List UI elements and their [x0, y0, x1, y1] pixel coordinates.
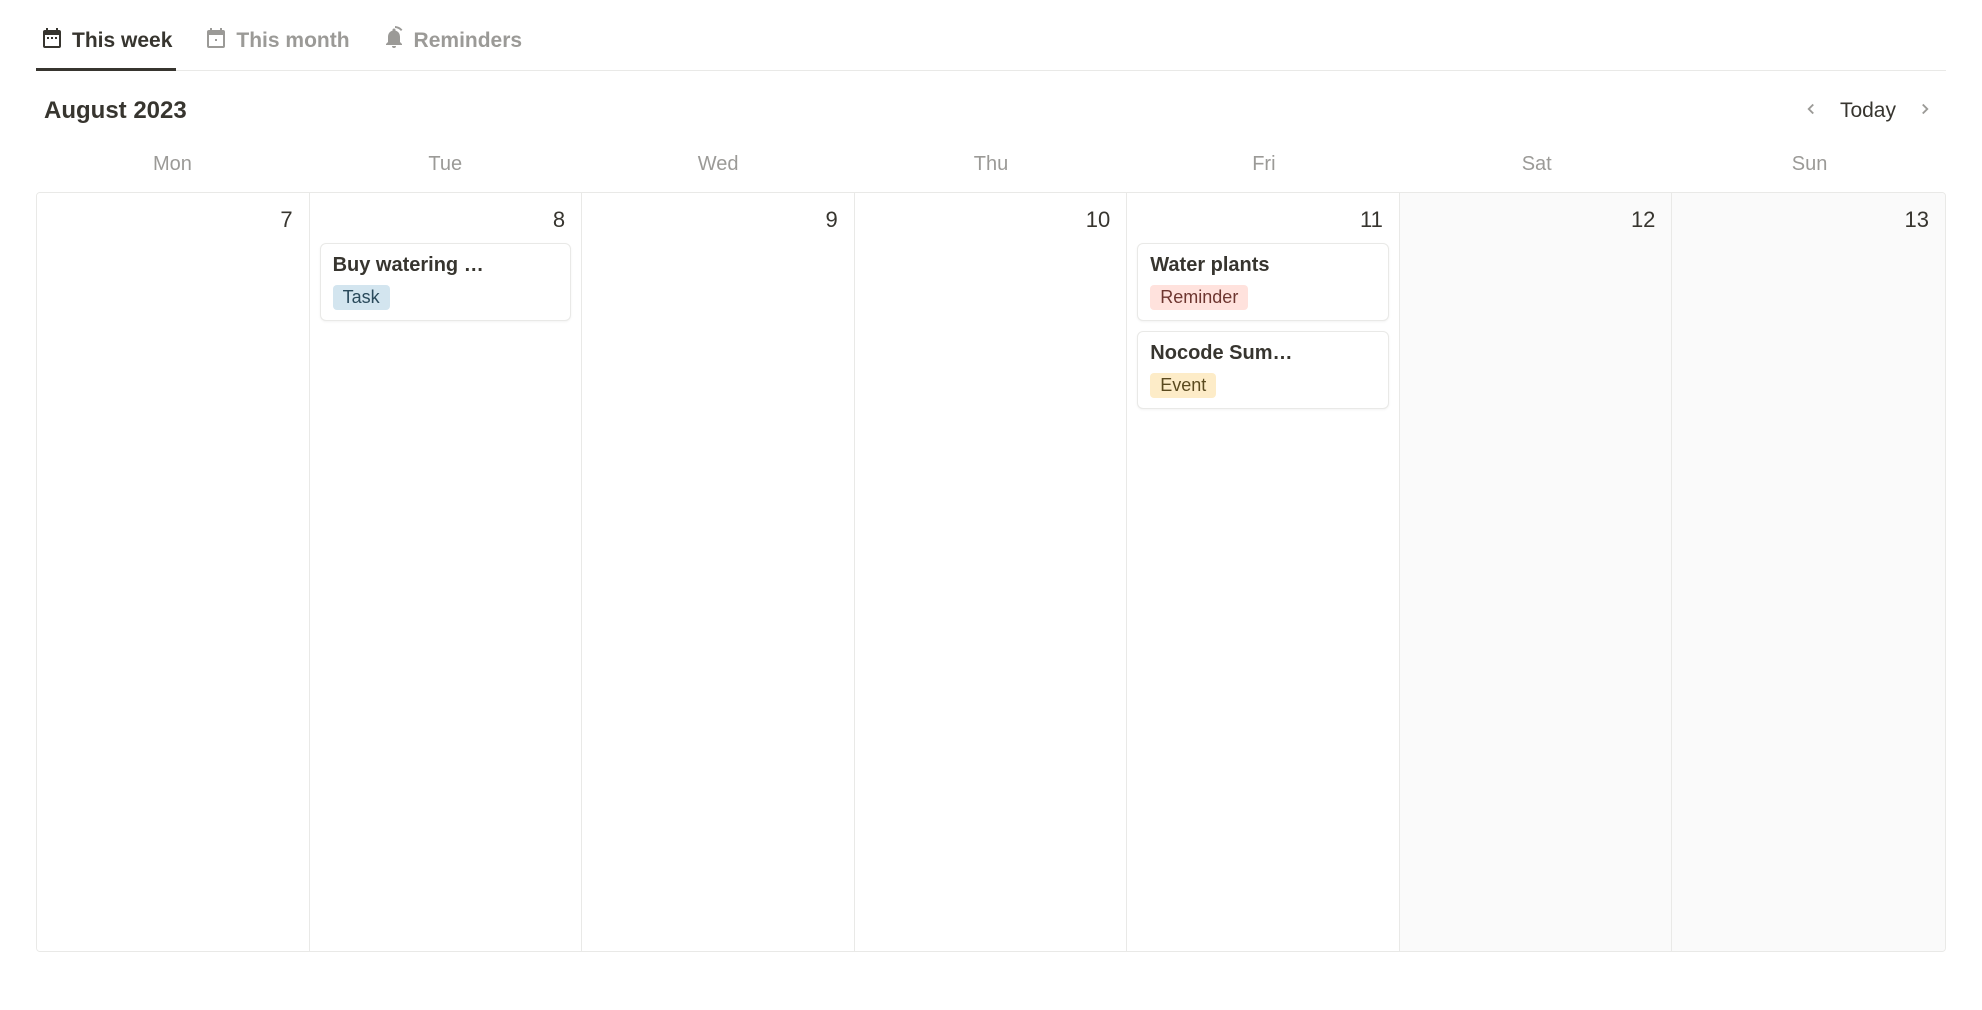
- day-header: Sun: [1673, 145, 1946, 192]
- month-title: August 2023: [44, 97, 187, 125]
- day-cell[interactable]: 9: [582, 193, 855, 951]
- calendar-week-icon: [40, 26, 64, 56]
- day-number: 12: [1410, 203, 1662, 233]
- event-tag: Reminder: [1150, 285, 1248, 310]
- event-tag: Task: [333, 285, 390, 310]
- day-header: Fri: [1127, 145, 1400, 192]
- event-title: Buy watering …: [333, 254, 559, 277]
- day-number: 13: [1682, 203, 1935, 233]
- calendar-toolbar: August 2023 Today: [36, 97, 1946, 125]
- event-card[interactable]: Buy watering … Task: [320, 243, 572, 321]
- today-button[interactable]: Today: [1836, 99, 1900, 123]
- day-cell[interactable]: 10: [855, 193, 1128, 951]
- day-header: Sat: [1400, 145, 1673, 192]
- tab-this-month[interactable]: This month: [200, 20, 353, 71]
- chevron-left-icon: [1802, 100, 1820, 123]
- day-header: Wed: [582, 145, 855, 192]
- tab-label: Reminders: [414, 29, 523, 53]
- tab-reminders[interactable]: Reminders: [378, 20, 527, 71]
- tab-label: This week: [72, 29, 172, 53]
- week-grid: 78 Buy watering … Task 9 10 11 Water plants Rem…: [36, 192, 1946, 952]
- day-number: 10: [865, 203, 1117, 233]
- calendar: MonTueWedThuFriSatSun 78 Buy watering … Ta…: [36, 145, 1946, 952]
- day-number: 7: [47, 203, 299, 233]
- chevron-right-icon: [1916, 100, 1934, 123]
- event-card[interactable]: Water plants Reminder: [1137, 243, 1389, 321]
- day-header: Tue: [309, 145, 582, 192]
- tab-this-week[interactable]: This week: [36, 20, 176, 71]
- nav-controls: Today: [1798, 98, 1938, 124]
- tab-label: This month: [236, 29, 349, 53]
- day-number: 9: [592, 203, 844, 233]
- prev-button[interactable]: [1798, 98, 1824, 124]
- event-title: Nocode Sum…: [1150, 342, 1376, 365]
- day-cell[interactable]: 12: [1400, 193, 1673, 951]
- event-tag: Event: [1150, 373, 1216, 398]
- day-number: 8: [320, 203, 572, 233]
- day-number: 11: [1137, 203, 1389, 233]
- next-button[interactable]: [1912, 98, 1938, 124]
- calendar-month-icon: [204, 26, 228, 56]
- day-cell[interactable]: 8 Buy watering … Task: [310, 193, 583, 951]
- day-header: Thu: [855, 145, 1128, 192]
- event-title: Water plants: [1150, 254, 1376, 277]
- bell-icon: [382, 26, 406, 56]
- day-cell[interactable]: 13: [1672, 193, 1945, 951]
- event-card[interactable]: Nocode Sum… Event: [1137, 331, 1389, 409]
- day-headers-row: MonTueWedThuFriSatSun: [36, 145, 1946, 192]
- day-cell[interactable]: 7: [37, 193, 310, 951]
- view-tabs: This week This month Reminders: [36, 20, 1946, 71]
- day-header: Mon: [36, 145, 309, 192]
- day-cell[interactable]: 11 Water plants Reminder Nocode Sum… Event: [1127, 193, 1400, 951]
